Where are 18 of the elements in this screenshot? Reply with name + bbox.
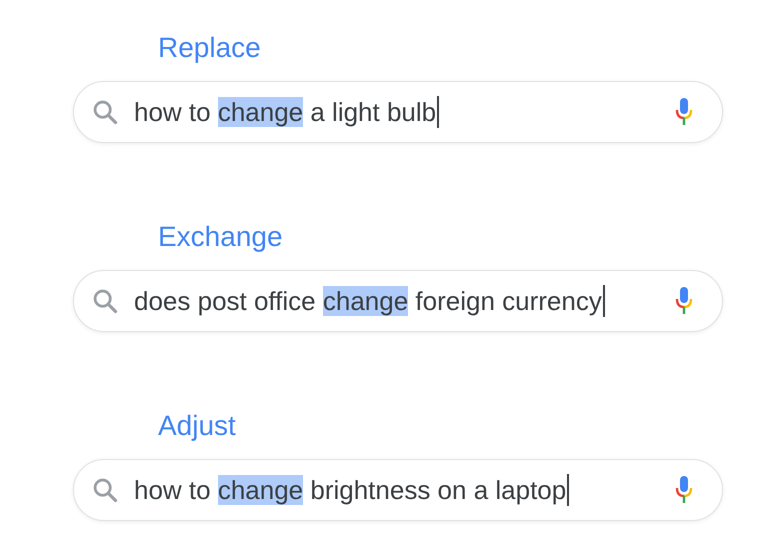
search-field[interactable]: how to change brightness on a laptop	[73, 459, 723, 521]
query-text: how to change brightness on a laptop	[134, 474, 566, 506]
text-cursor	[567, 474, 570, 506]
microphone-icon[interactable]	[674, 96, 694, 128]
synonym-label: Exchange	[158, 220, 283, 254]
query-text: how to change a light bulb	[134, 96, 436, 128]
search-field[interactable]: does post office change foreign currency	[73, 270, 723, 332]
search-field[interactable]: how to change a light bulb	[73, 81, 723, 143]
search-icon	[91, 287, 119, 315]
text-cursor	[437, 96, 440, 128]
search-icon	[91, 98, 119, 126]
microphone-icon[interactable]	[674, 474, 694, 506]
text-cursor	[602, 285, 605, 317]
microphone-icon[interactable]	[674, 285, 694, 317]
synonym-label: Replace	[158, 31, 261, 65]
search-icon	[91, 476, 119, 504]
synonym-label: Adjust	[158, 409, 236, 443]
query-text: does post office change foreign currency	[134, 285, 602, 317]
